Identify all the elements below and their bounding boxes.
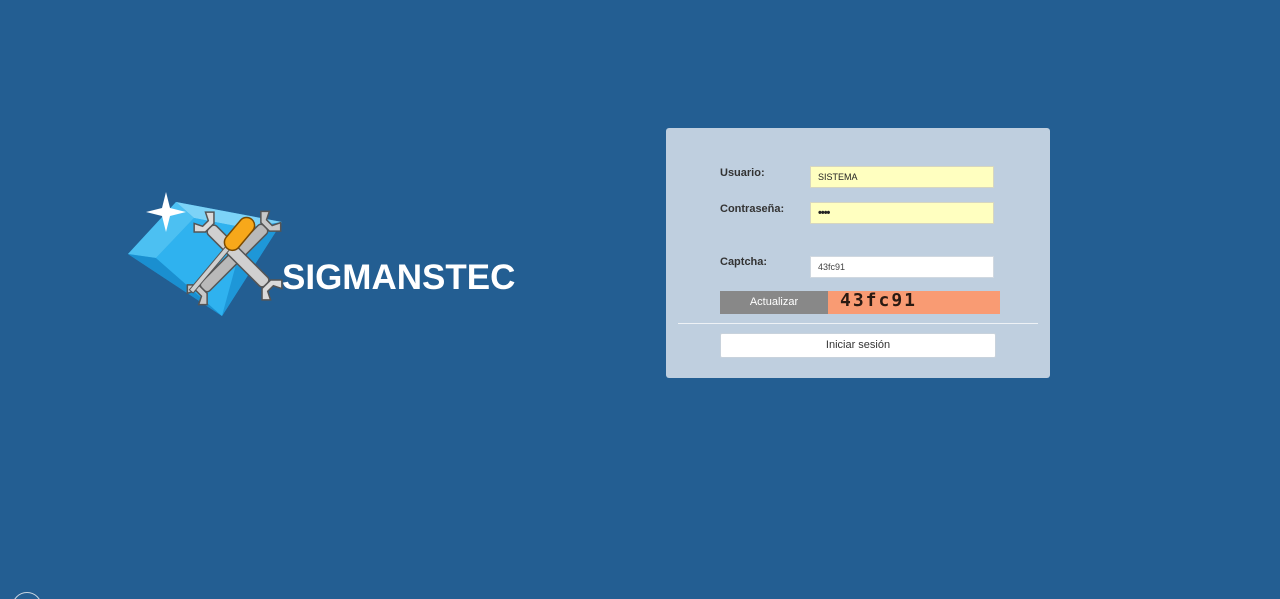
password-input[interactable]: ••••	[810, 202, 994, 224]
brand-logo: SIGMANSTEC	[126, 188, 526, 323]
password-label: Contraseña:	[720, 203, 785, 215]
login-panel: Usuario: SISTEMA Contraseña: •••• Captch…	[666, 128, 1050, 378]
captcha-input[interactable]: 43fc91	[810, 256, 994, 278]
login-page: SIGMANSTEC Usuario: SISTEMA Contraseña: …	[0, 0, 1280, 599]
username-input[interactable]: SISTEMA	[810, 166, 994, 188]
login-button[interactable]: Iniciar sesión	[720, 333, 996, 358]
corner-widget[interactable]	[12, 592, 42, 599]
captcha-image: 43fc91	[828, 291, 1000, 314]
captcha-image-text: 43fc91	[840, 291, 918, 311]
panel-divider	[678, 323, 1038, 324]
refresh-captcha-button[interactable]: Actualizar	[720, 291, 828, 314]
username-label: Usuario:	[720, 167, 765, 179]
brand-name: SIGMANSTEC	[282, 258, 516, 297]
diamond-tools-icon	[128, 192, 283, 316]
captcha-label: Captcha:	[720, 256, 768, 268]
